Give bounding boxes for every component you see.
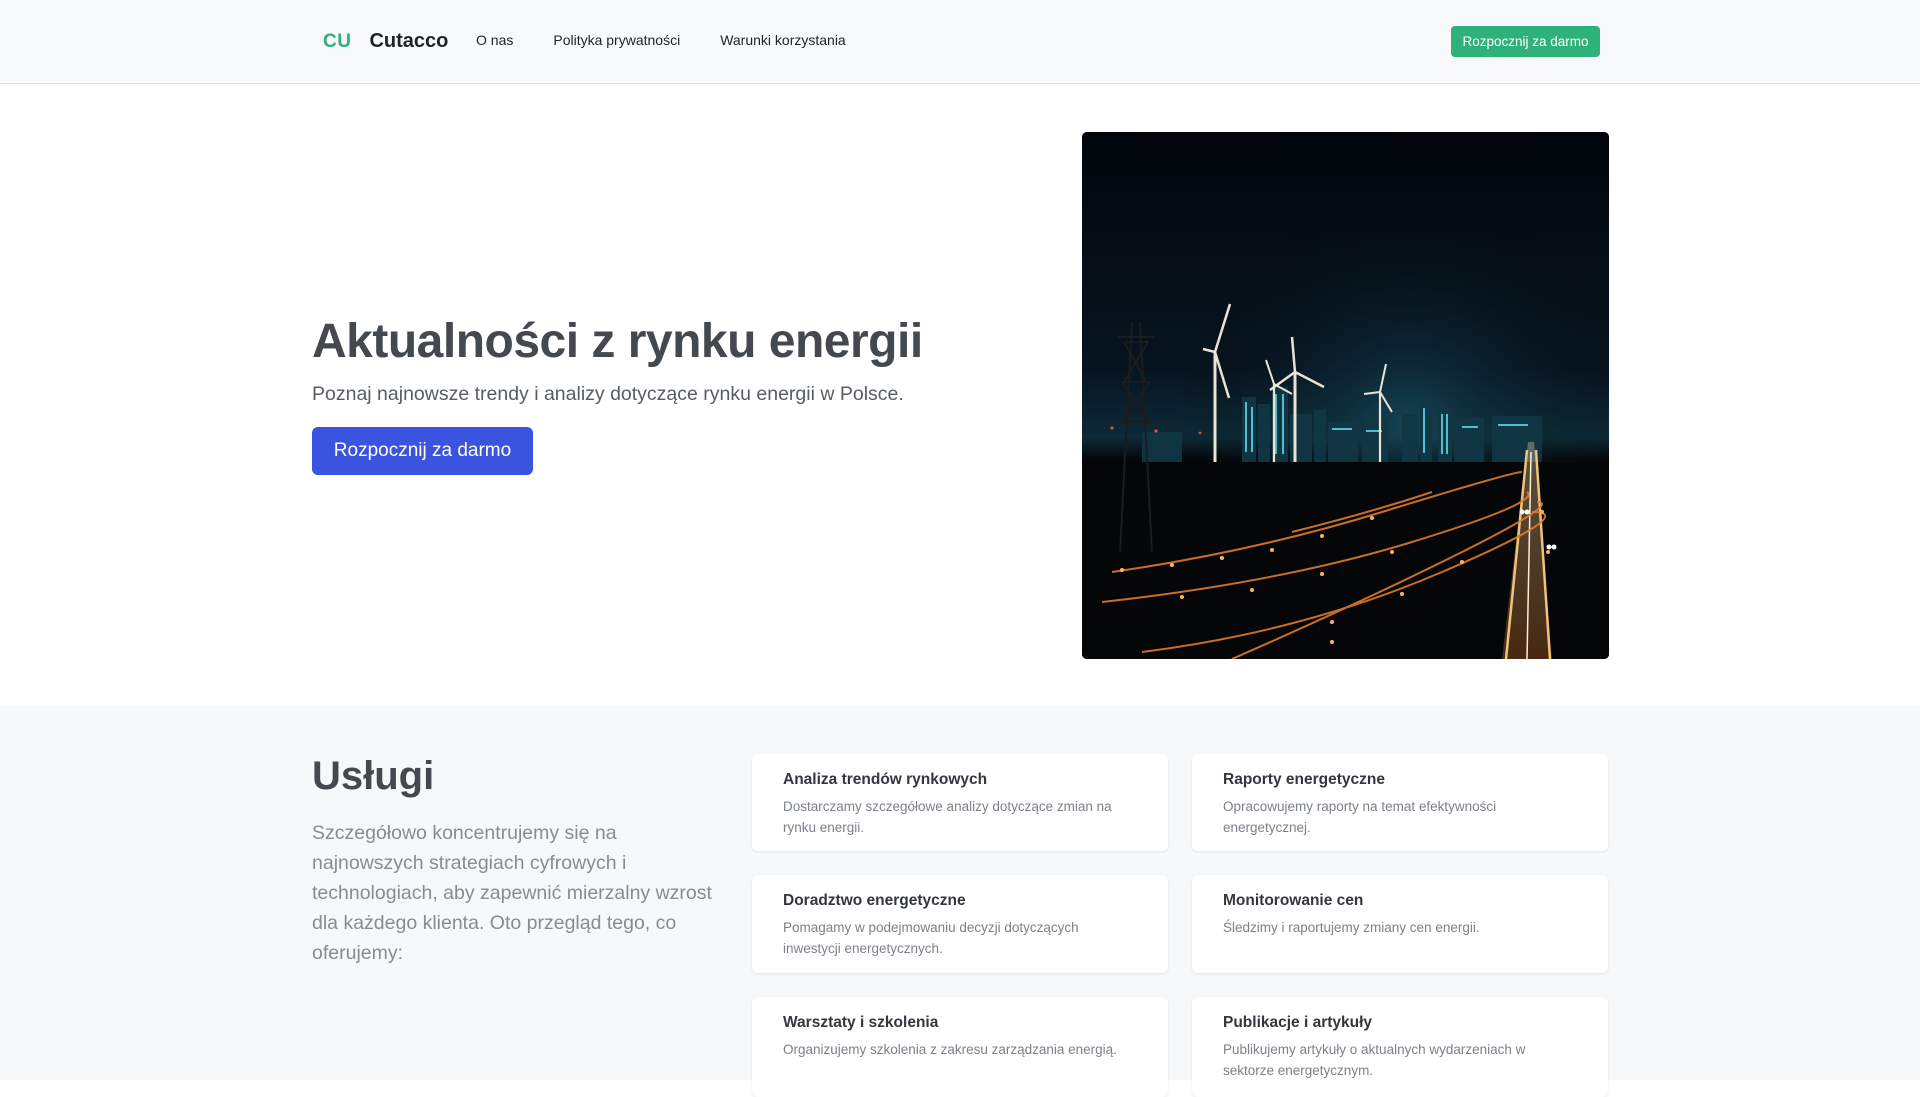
main-nav: O nas Polityka prywatności Warunki korzy… bbox=[476, 32, 846, 48]
service-card[interactable]: Publikacje i artykuły Publikujemy artyku… bbox=[1192, 997, 1608, 1097]
header-cta-button[interactable]: Rozpocznij za darmo bbox=[1451, 26, 1600, 57]
nav-link-terms[interactable]: Warunki korzystania bbox=[720, 32, 846, 48]
service-card-description: Opracowujemy raporty na temat efektywnoś… bbox=[1223, 799, 1497, 835]
service-card-title: Raporty energetyczne bbox=[1223, 771, 1385, 788]
nav-link-privacy[interactable]: Polityka prywatności bbox=[553, 32, 680, 48]
service-card-title: Analiza trendów rynkowych bbox=[783, 771, 988, 788]
logo[interactable]: CU Cutacco bbox=[323, 30, 448, 53]
service-card-description: Publikujemy artykuły o aktualnych wydarz… bbox=[1223, 1042, 1526, 1078]
service-card[interactable]: Warsztaty i szkolenia Organizujemy szkol… bbox=[752, 997, 1168, 1097]
hero-subtitle: Poznaj najnowsze trendy i analizy dotycz… bbox=[312, 383, 904, 405]
services-section: Usługi Szczegółowo koncentrujemy się na … bbox=[0, 706, 1920, 1097]
service-card[interactable]: Analiza trendów rynkowych Dostarczamy sz… bbox=[752, 754, 1168, 851]
night-wind-farm-illustration bbox=[1082, 132, 1609, 659]
brand-name: Cutacco bbox=[369, 30, 449, 52]
nav-link-about[interactable]: O nas bbox=[476, 32, 513, 48]
service-card-title: Warsztaty i szkolenia bbox=[783, 1014, 939, 1031]
service-card[interactable]: Monitorowanie cen Śledzimy i raportujemy… bbox=[1192, 875, 1608, 973]
service-card-description: Pomagamy w podejmowaniu decyzji dotycząc… bbox=[783, 920, 1079, 956]
service-card-description: Organizujemy szkolenia z zakresu zarządz… bbox=[783, 1042, 1117, 1057]
services-description: Szczegółowo koncentrujemy się na najnows… bbox=[312, 822, 712, 964]
hero-title: Aktualności z rynku energii bbox=[312, 315, 923, 368]
service-card[interactable]: Doradztwo energetyczne Pomagamy w podejm… bbox=[752, 875, 1168, 973]
service-card-description: Śledzimy i raportujemy zmiany cen energi… bbox=[1223, 920, 1480, 935]
logo-mark: CU bbox=[323, 30, 352, 52]
service-card[interactable]: Raporty energetyczne Opracowujemy raport… bbox=[1192, 754, 1608, 851]
services-title: Usługi bbox=[312, 754, 435, 798]
service-card-title: Publikacje i artykuły bbox=[1223, 1014, 1373, 1031]
service-card-title: Monitorowanie cen bbox=[1223, 892, 1364, 909]
hero-cta-button[interactable]: Rozpocznij za darmo bbox=[312, 427, 533, 475]
service-card-description: Dostarczamy szczegółowe analizy dotycząc… bbox=[783, 799, 1112, 835]
hero-section: Aktualności z rynku energii Poznaj najno… bbox=[0, 84, 1920, 706]
site-header: CU Cutacco O nas Polityka prywatności Wa… bbox=[0, 0, 1920, 84]
service-card-title: Doradztwo energetyczne bbox=[783, 892, 966, 909]
hero-image bbox=[1082, 132, 1609, 659]
